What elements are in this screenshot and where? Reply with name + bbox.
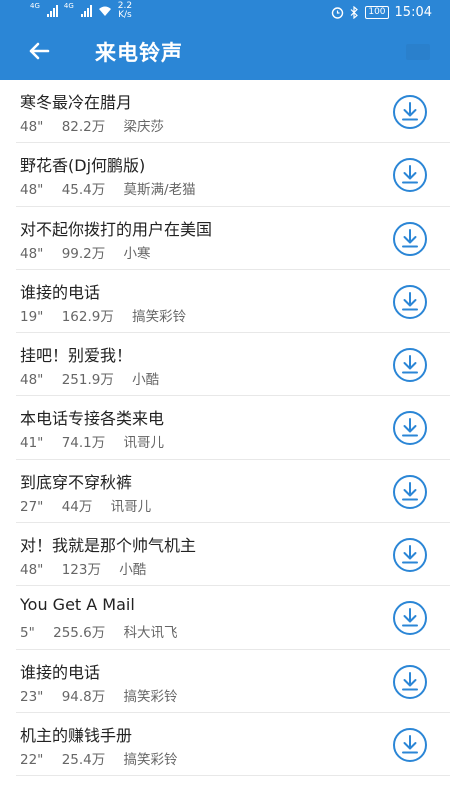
ringtone-row[interactable]: 谁接的电话 19" 162.9万 搞笑彩铃 bbox=[16, 270, 450, 334]
ringtone-row[interactable]: 本电话专接各类来电 41" 74.1万 讯哥儿 bbox=[16, 396, 450, 460]
network-type-1: 4G bbox=[30, 2, 40, 10]
ringtone-name: 对不起你拨打的用户在美国 bbox=[20, 219, 213, 239]
ringtone-artist: 小酷 bbox=[119, 562, 147, 579]
ringtone-plays: 45.4万 bbox=[61, 182, 106, 199]
ringtone-meta: 48" 82.2万 梁庆莎 bbox=[20, 115, 178, 135]
ringtone-duration: 48" bbox=[20, 119, 44, 135]
ringtone-row[interactable]: 对！我就是那个帅气机主 48" 123万 小酷 bbox=[16, 523, 450, 587]
ringtone-plays: 123万 bbox=[61, 562, 101, 579]
ringtone-meta: 48" 123万 小酷 bbox=[20, 558, 160, 578]
alarm-icon bbox=[332, 7, 344, 19]
menu-button[interactable] bbox=[406, 44, 430, 60]
download-icon[interactable] bbox=[392, 157, 428, 193]
ringtone-row[interactable]: You Get A Mail 5" 255.6万 科大讯飞 bbox=[16, 586, 450, 650]
ringtone-name: 谁接的电话 bbox=[20, 282, 101, 302]
ringtone-name: 对！我就是那个帅气机主 bbox=[20, 536, 197, 556]
ringtone-meta: 19" 162.9万 搞笑彩铃 bbox=[20, 305, 200, 325]
ringtone-name: 挂吧！别爱我！ bbox=[20, 346, 133, 366]
ringtone-plays: 44万 bbox=[61, 498, 93, 515]
ringtone-row[interactable]: 到底穿不穿秋裤 27" 44万 讯哥儿 bbox=[16, 460, 450, 524]
ringtone-artist: 小酷 bbox=[132, 372, 160, 389]
ringtone-list: 寒冬最冷在腊月 48" 82.2万 梁庆莎 野花香(Dj何鹏版) 48" 45.… bbox=[0, 80, 450, 777]
ringtone-duration: 48" bbox=[20, 245, 44, 262]
download-icon[interactable] bbox=[392, 347, 428, 383]
download-icon[interactable] bbox=[392, 600, 428, 636]
download-icon[interactable] bbox=[392, 94, 428, 130]
network-type-2: 4G bbox=[63, 2, 74, 10]
ringtone-name: 谁接的电话 bbox=[20, 662, 101, 682]
ringtone-plays: 25.4万 bbox=[61, 751, 106, 768]
ringtone-artist: 梁庆莎 bbox=[123, 119, 165, 135]
battery-icon: 100 bbox=[365, 6, 389, 19]
download-icon[interactable] bbox=[392, 664, 428, 700]
ringtone-meta: 41" 74.1万 讯哥儿 bbox=[20, 431, 178, 451]
signal-icon-1 bbox=[46, 5, 58, 17]
ringtone-duration: 48" bbox=[20, 182, 44, 199]
download-icon[interactable] bbox=[392, 537, 428, 573]
download-icon[interactable] bbox=[392, 284, 428, 320]
network-speed: 2.2 K/s bbox=[118, 2, 132, 20]
ringtone-duration: 23" bbox=[20, 688, 44, 705]
ringtone-artist: 小寒 bbox=[123, 245, 151, 262]
ringtone-duration: 22" bbox=[20, 751, 44, 768]
ringtone-row[interactable]: 对不起你拨打的用户在美国 48" 99.2万 小寒 bbox=[16, 207, 450, 270]
ringtone-duration: 41" bbox=[20, 435, 44, 452]
ringtone-name: 本电话专接各类来电 bbox=[20, 409, 165, 429]
ringtone-plays: 255.6万 bbox=[53, 625, 106, 642]
ringtone-duration: 48" bbox=[20, 372, 44, 389]
wifi-icon bbox=[98, 6, 111, 16]
app-bar: 来电铃声 bbox=[0, 26, 450, 80]
download-icon[interactable] bbox=[392, 410, 428, 446]
ringtone-name: 寒冬最冷在腊月 bbox=[20, 93, 133, 112]
clock: 15:04 bbox=[394, 5, 432, 20]
ringtone-meta: 27" 44万 讯哥儿 bbox=[20, 495, 165, 515]
ringtone-plays: 251.9万 bbox=[61, 372, 114, 389]
ringtone-name: 到底穿不穿秋裤 bbox=[20, 472, 133, 492]
ringtone-plays: 74.1万 bbox=[61, 435, 106, 452]
ringtone-plays: 162.9万 bbox=[61, 308, 114, 325]
ringtone-meta: 23" 94.8万 搞笑彩铃 bbox=[20, 685, 192, 705]
speed-unit: K/s bbox=[118, 10, 132, 20]
ringtone-plays: 99.2万 bbox=[61, 245, 106, 262]
ringtone-row[interactable]: 挂吧！别爱我！ 48" 251.9万 小酷 bbox=[16, 333, 450, 397]
download-icon[interactable] bbox=[392, 474, 428, 510]
ringtone-name: You Get A Mail bbox=[20, 595, 135, 615]
ringtone-artist: 搞笑彩铃 bbox=[132, 308, 187, 325]
status-bar: 4G 4G 2.2 K/s 100 15:04 bbox=[0, 0, 450, 26]
status-left: 4G 4G 2.2 K/s bbox=[30, 2, 132, 20]
ringtone-meta: 48" 45.4万 莫斯满/老猫 bbox=[20, 178, 210, 198]
ringtone-row[interactable]: 谁接的电话 23" 94.8万 搞笑彩铃 bbox=[16, 650, 450, 713]
ringtone-meta: 48" 251.9万 小酷 bbox=[20, 368, 173, 388]
ringtone-artist: 莫斯满/老猫 bbox=[123, 182, 196, 199]
ringtone-artist: 讯哥儿 bbox=[123, 435, 165, 452]
ringtone-duration: 48" bbox=[20, 562, 44, 579]
back-arrow-icon[interactable] bbox=[24, 36, 54, 66]
ringtone-plays: 82.2万 bbox=[61, 119, 106, 135]
ringtone-duration: 5" bbox=[20, 625, 35, 642]
ringtone-plays: 94.8万 bbox=[61, 688, 106, 705]
download-icon[interactable] bbox=[392, 221, 428, 257]
ringtone-artist: 搞笑彩铃 bbox=[123, 751, 178, 768]
download-icon[interactable] bbox=[392, 727, 428, 763]
ringtone-row[interactable]: 寒冬最冷在腊月 48" 82.2万 梁庆莎 bbox=[16, 80, 450, 144]
ringtone-duration: 19" bbox=[20, 308, 44, 325]
signal-icon-2 bbox=[80, 5, 92, 17]
ringtone-name: 机主的赚钱手册 bbox=[20, 725, 133, 745]
ringtone-name: 野花香(Dj何鹏版) bbox=[20, 156, 146, 176]
status-right: 100 15:04 bbox=[331, 5, 432, 20]
ringtone-meta: 48" 99.2万 小寒 bbox=[20, 242, 165, 262]
bluetooth-icon bbox=[350, 6, 359, 19]
page-title: 来电铃声 bbox=[95, 41, 183, 65]
ringtone-row[interactable]: 机主的赚钱手册 22" 25.4万 搞笑彩铃 bbox=[16, 713, 450, 777]
ringtone-meta: 5" 255.6万 科大讯飞 bbox=[20, 621, 192, 641]
ringtone-row[interactable]: 野花香(Dj何鹏版) 48" 45.4万 莫斯满/老猫 bbox=[16, 143, 450, 207]
ringtone-meta: 22" 25.4万 搞笑彩铃 bbox=[20, 748, 192, 768]
ringtone-artist: 搞笑彩铃 bbox=[123, 688, 178, 705]
ringtone-duration: 27" bbox=[20, 498, 44, 515]
ringtone-artist: 科大讯飞 bbox=[123, 625, 178, 642]
ringtone-artist: 讯哥儿 bbox=[110, 498, 152, 515]
